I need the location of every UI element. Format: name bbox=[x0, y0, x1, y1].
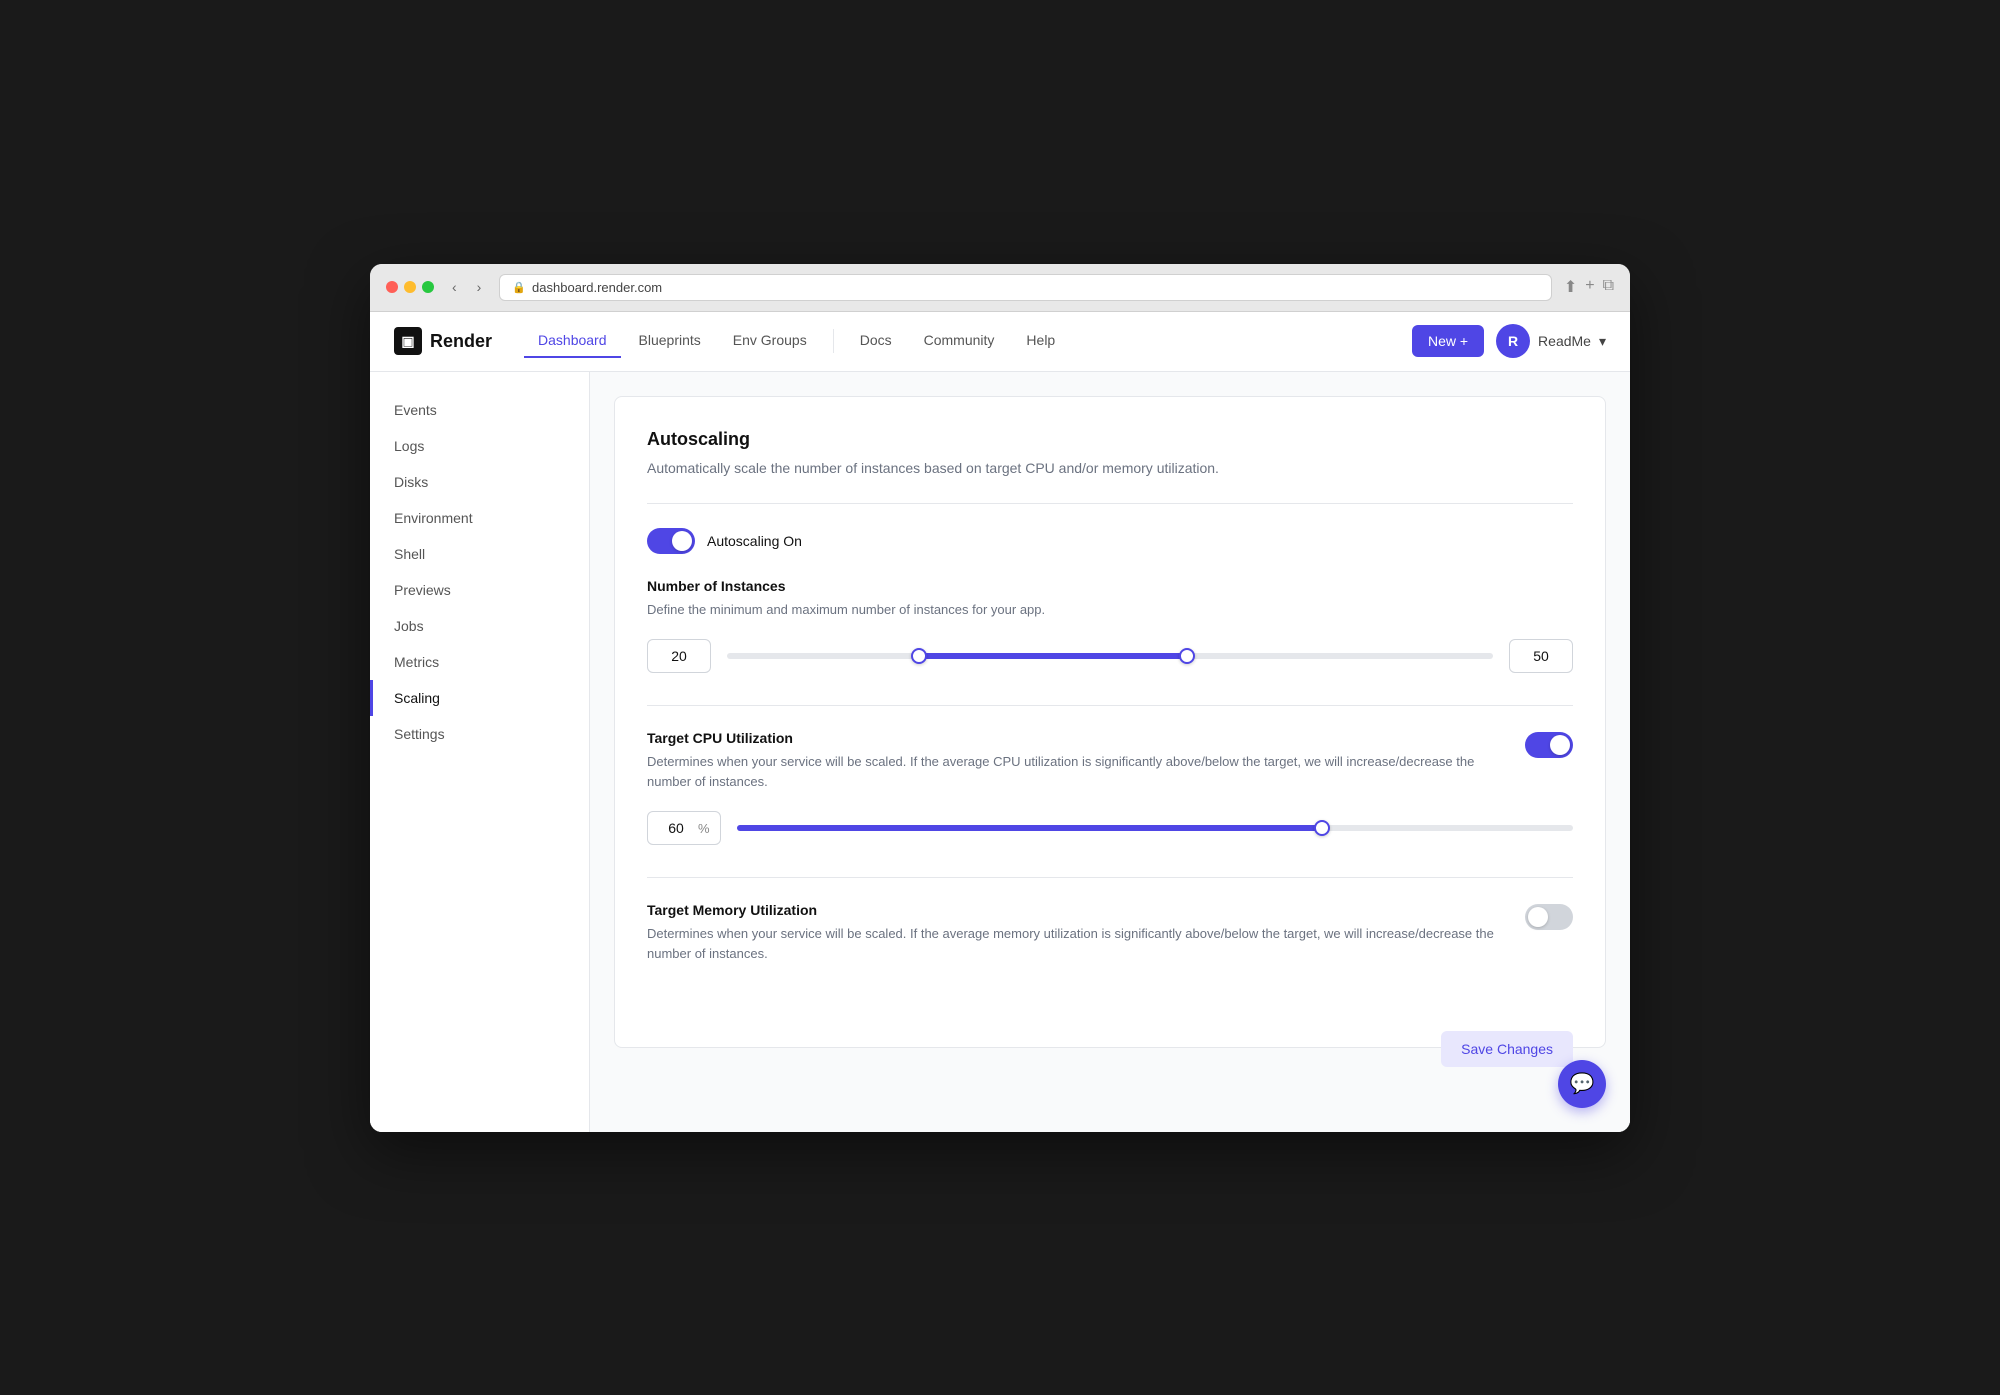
cpu-text: Target CPU Utilization Determines when y… bbox=[647, 730, 1509, 811]
tabs-icon[interactable]: ⧉ bbox=[1603, 277, 1614, 297]
memory-toggle[interactable] bbox=[1525, 904, 1573, 930]
memory-text: Target Memory Utilization Determines whe… bbox=[647, 902, 1509, 983]
nav-link-docs[interactable]: Docs bbox=[846, 324, 906, 358]
sidebar-item-settings[interactable]: Settings bbox=[370, 716, 589, 752]
sidebar-item-environment[interactable]: Environment bbox=[370, 500, 589, 536]
cpu-feature-row: Target CPU Utilization Determines when y… bbox=[647, 730, 1573, 811]
cpu-slider-track bbox=[737, 825, 1573, 831]
instances-range-row bbox=[647, 639, 1573, 673]
traffic-lights bbox=[386, 281, 434, 293]
browser-nav-controls: ‹ › bbox=[446, 277, 487, 297]
nav-links: Dashboard Blueprints Env Groups Docs Com… bbox=[524, 324, 1380, 358]
address-bar[interactable]: 🔒 dashboard.render.com bbox=[499, 274, 1551, 301]
cpu-title: Target CPU Utilization bbox=[647, 730, 1509, 746]
cpu-toggle[interactable] bbox=[1525, 732, 1573, 758]
instances-section: Number of Instances Define the minimum a… bbox=[647, 578, 1573, 674]
nav-divider bbox=[833, 329, 834, 353]
sidebar-item-metrics[interactable]: Metrics bbox=[370, 644, 589, 680]
autoscaling-description: Automatically scale the number of instan… bbox=[647, 458, 1573, 479]
autoscaling-toggle-row: Autoscaling On bbox=[647, 528, 1573, 554]
memory-description: Determines when your service will be sca… bbox=[647, 924, 1509, 963]
autoscaling-toggle-label: Autoscaling On bbox=[707, 533, 802, 549]
instances-slider-track bbox=[727, 653, 1493, 659]
chat-button[interactable]: 💬 bbox=[1558, 1060, 1606, 1108]
new-tab-icon[interactable]: + bbox=[1585, 277, 1594, 297]
user-menu-chevron: ▾ bbox=[1599, 333, 1606, 350]
new-button[interactable]: New + bbox=[1412, 325, 1484, 357]
cpu-toggle-thumb bbox=[1550, 735, 1570, 755]
user-avatar: R bbox=[1496, 324, 1530, 358]
back-button[interactable]: ‹ bbox=[446, 277, 463, 297]
divider-3 bbox=[647, 877, 1573, 878]
memory-section: Target Memory Utilization Determines whe… bbox=[647, 902, 1573, 983]
browser-chrome: ‹ › 🔒 dashboard.render.com ⬆ + ⧉ bbox=[370, 264, 1630, 312]
cpu-value-input[interactable] bbox=[658, 820, 694, 836]
save-button[interactable]: Save Changes bbox=[1441, 1031, 1573, 1067]
lock-icon: 🔒 bbox=[512, 281, 526, 294]
sidebar-item-logs[interactable]: Logs bbox=[370, 428, 589, 464]
logo-icon: ▣ bbox=[394, 327, 422, 355]
nav-link-blueprints[interactable]: Blueprints bbox=[625, 324, 715, 358]
divider-1 bbox=[647, 503, 1573, 504]
memory-feature-row: Target Memory Utilization Determines whe… bbox=[647, 902, 1573, 983]
app: ▣ Render Dashboard Blueprints Env Groups… bbox=[370, 312, 1630, 1132]
memory-title: Target Memory Utilization bbox=[647, 902, 1509, 918]
cpu-range-row: % bbox=[647, 811, 1573, 845]
browser-actions: ⬆ + ⧉ bbox=[1564, 277, 1614, 297]
nav-link-env-groups[interactable]: Env Groups bbox=[719, 324, 821, 358]
cpu-description: Determines when your service will be sca… bbox=[647, 752, 1509, 791]
memory-toggle-thumb bbox=[1528, 907, 1548, 927]
sidebar-item-scaling[interactable]: Scaling bbox=[370, 680, 589, 716]
toggle-thumb bbox=[672, 531, 692, 551]
sidebar-item-disks[interactable]: Disks bbox=[370, 464, 589, 500]
sidebar-item-shell[interactable]: Shell bbox=[370, 536, 589, 572]
sidebar-item-previews[interactable]: Previews bbox=[370, 572, 589, 608]
page-layout: Events Logs Disks Environment Shell Prev… bbox=[370, 372, 1630, 1132]
instances-slider-thumb-left[interactable] bbox=[911, 648, 927, 664]
browser-window: ‹ › 🔒 dashboard.render.com ⬆ + ⧉ ▣ Rende… bbox=[370, 264, 1630, 1132]
nav-link-help[interactable]: Help bbox=[1012, 324, 1069, 358]
cpu-input-group: % bbox=[647, 811, 721, 845]
nav-link-community[interactable]: Community bbox=[910, 324, 1009, 358]
instances-slider-thumb-right[interactable] bbox=[1179, 648, 1195, 664]
logo[interactable]: ▣ Render bbox=[394, 327, 492, 355]
content-card: Autoscaling Automatically scale the numb… bbox=[614, 396, 1606, 1049]
user-menu[interactable]: R ReadMe ▾ bbox=[1496, 324, 1606, 358]
autoscaling-toggle[interactable] bbox=[647, 528, 695, 554]
url-text: dashboard.render.com bbox=[532, 280, 662, 295]
logo-text: Render bbox=[430, 331, 492, 352]
sidebar-item-events[interactable]: Events bbox=[370, 392, 589, 428]
cpu-slider-fill bbox=[737, 825, 1323, 831]
main-content: Autoscaling Automatically scale the numb… bbox=[590, 372, 1630, 1132]
top-navigation: ▣ Render Dashboard Blueprints Env Groups… bbox=[370, 312, 1630, 372]
share-icon[interactable]: ⬆ bbox=[1564, 277, 1577, 297]
cpu-slider-container bbox=[737, 816, 1573, 840]
maximize-button[interactable] bbox=[422, 281, 434, 293]
sidebar: Events Logs Disks Environment Shell Prev… bbox=[370, 372, 590, 1132]
cpu-unit-label: % bbox=[698, 821, 710, 836]
instances-min-input[interactable] bbox=[647, 639, 711, 673]
instances-slider-fill bbox=[919, 653, 1187, 659]
minimize-button[interactable] bbox=[404, 281, 416, 293]
instances-slider-container bbox=[727, 644, 1493, 668]
page-title: Autoscaling bbox=[647, 429, 1573, 450]
forward-button[interactable]: › bbox=[471, 277, 488, 297]
close-button[interactable] bbox=[386, 281, 398, 293]
cpu-section: Target CPU Utilization Determines when y… bbox=[647, 730, 1573, 845]
instances-title: Number of Instances bbox=[647, 578, 1573, 594]
instances-max-input[interactable] bbox=[1509, 639, 1573, 673]
user-name: ReadMe bbox=[1538, 333, 1591, 349]
sidebar-item-jobs[interactable]: Jobs bbox=[370, 608, 589, 644]
instances-description: Define the minimum and maximum number of… bbox=[647, 600, 1573, 620]
cpu-slider-thumb[interactable] bbox=[1314, 820, 1330, 836]
nav-right: New + R ReadMe ▾ bbox=[1412, 324, 1606, 358]
divider-2 bbox=[647, 705, 1573, 706]
nav-link-dashboard[interactable]: Dashboard bbox=[524, 324, 621, 358]
